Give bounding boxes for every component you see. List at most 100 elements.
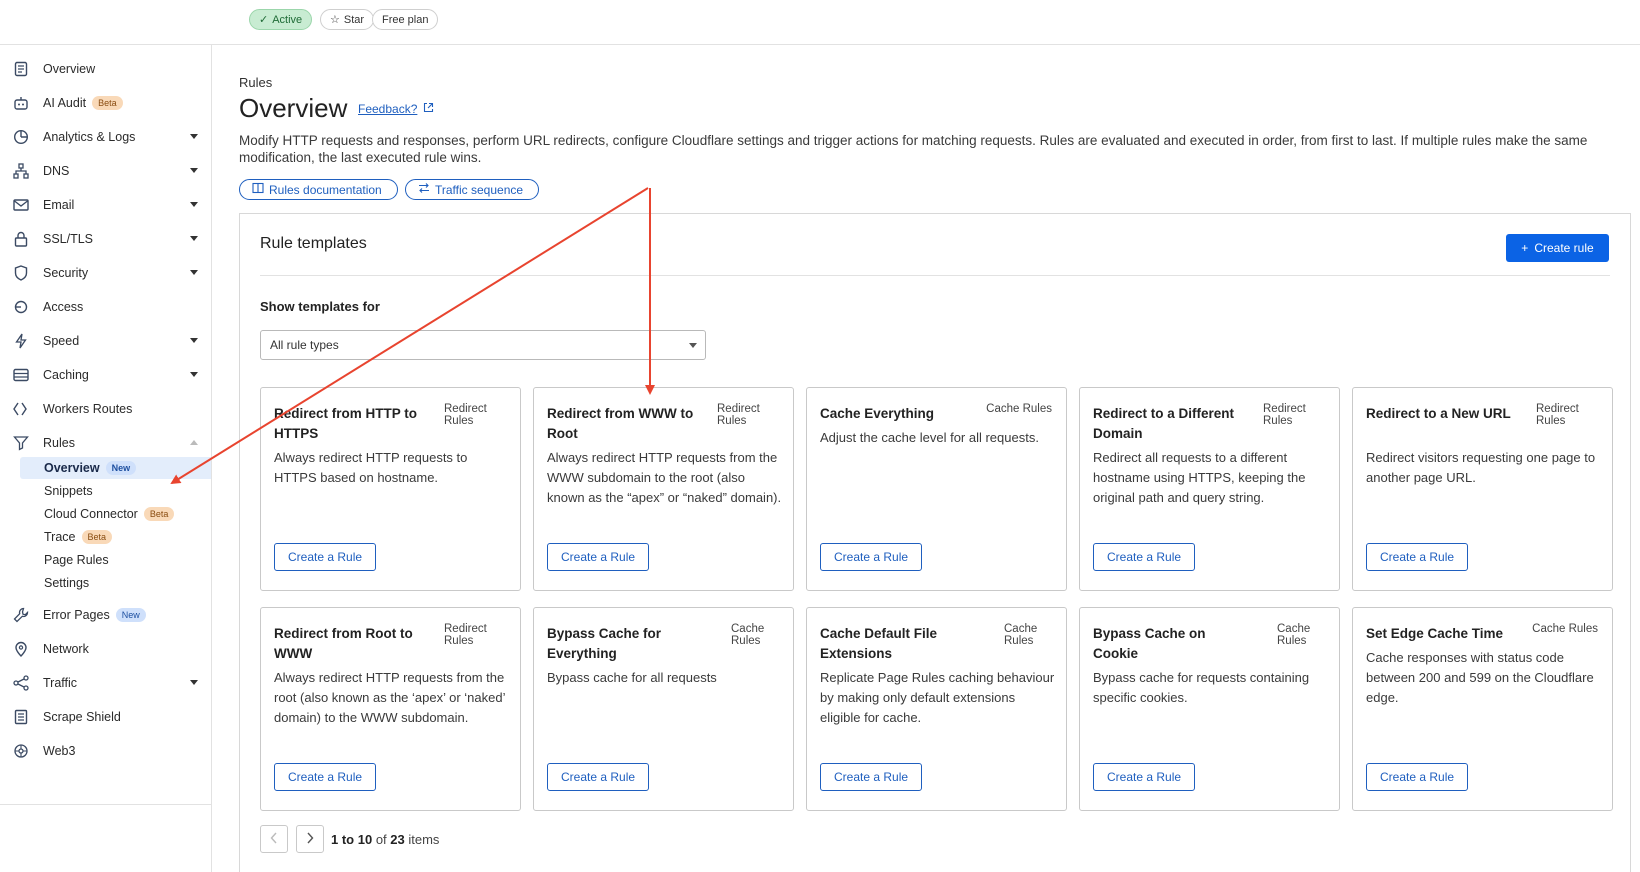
sidebar-item-error-pages[interactable]: Error Pages New	[0, 601, 211, 629]
sidebar-item-rules[interactable]: Rules	[0, 429, 211, 457]
chevron-down-icon	[190, 202, 198, 207]
show-templates-label: Show templates for	[260, 299, 380, 314]
plan-badge[interactable]: Free plan	[372, 9, 439, 30]
card-type: Cache Rules	[986, 403, 1052, 415]
rules-documentation-button[interactable]: Rules documentation	[239, 179, 398, 200]
template-card: Redirect from Root to WWW Redirect Rules…	[260, 607, 521, 811]
sidebar-item-dns[interactable]: DNS	[0, 157, 211, 185]
template-card: Bypass Cache on Cookie Cache Rules Bypas…	[1079, 607, 1340, 811]
chevron-right-icon	[306, 832, 314, 847]
sidebar-item-scrape-shield[interactable]: Scrape Shield	[0, 703, 211, 731]
plus-icon: +	[1521, 241, 1529, 255]
funnel-icon	[12, 434, 30, 452]
sidebar-item-workers-routes[interactable]: Workers Routes	[0, 395, 211, 423]
breadcrumb[interactable]: Rules	[239, 75, 272, 90]
card-type: Redirect Rules	[1536, 403, 1579, 427]
create-a-rule-button[interactable]: Create a Rule	[1366, 543, 1469, 571]
card-title: Cache Everything	[820, 406, 935, 421]
chevron-down-icon	[190, 372, 198, 377]
sidebar-item-overview[interactable]: Overview	[0, 55, 211, 83]
shield-icon	[12, 264, 30, 282]
next-page-button[interactable]	[296, 825, 324, 853]
sidebar-subitem-settings[interactable]: Settings	[20, 572, 211, 594]
card-type: Redirect Rules	[717, 403, 760, 427]
chevron-down-icon	[190, 338, 198, 343]
sidebar-divider	[211, 805, 212, 872]
book-icon	[252, 182, 264, 197]
sidebar-item-access[interactable]: Access	[0, 293, 211, 321]
card-title: Bypass Cache on Cookie	[1093, 626, 1206, 661]
card-description: Adjust the cache level for all requests.	[820, 430, 1039, 445]
create-a-rule-button[interactable]: Create a Rule	[274, 543, 377, 571]
sidebar-subitem-page-rules[interactable]: Page Rules	[20, 549, 211, 571]
chart-icon	[12, 128, 30, 146]
sidebar-item-ai-audit[interactable]: AI Audit Beta	[0, 89, 211, 117]
rule-templates-heading: Rule templates	[260, 235, 367, 252]
sidebar-subitem-overview[interactable]: Overview New	[20, 457, 211, 479]
card-description: Bypass cache for requests containing spe…	[1093, 670, 1310, 705]
create-a-rule-button[interactable]: Create a Rule	[820, 543, 923, 571]
sidebar-item-network[interactable]: Network	[0, 635, 211, 663]
sidebar-subitem-snippets[interactable]: Snippets	[20, 480, 211, 502]
email-icon	[12, 196, 30, 214]
create-a-rule-button[interactable]: Create a Rule	[274, 763, 377, 791]
new-badge: New	[115, 608, 146, 623]
feedback-link[interactable]: Feedback?	[358, 102, 434, 116]
beta-badge: Beta	[92, 96, 123, 111]
template-card: Set Edge Cache Time Cache Rules Cache re…	[1352, 607, 1613, 811]
card-description: Always redirect HTTP requests from the W…	[547, 450, 782, 505]
sidebar-item-email[interactable]: Email	[0, 191, 211, 219]
chevron-down-icon	[689, 343, 697, 348]
card-title: Bypass Cache for Everything	[547, 626, 662, 661]
document-icon	[12, 60, 30, 78]
rule-type-select[interactable]: All rule types	[260, 330, 706, 360]
template-card: Redirect from WWW to Root Redirect Rules…	[533, 387, 794, 591]
create-a-rule-button[interactable]: Create a Rule	[1093, 543, 1196, 571]
card-description: Always redirect HTTP requests to HTTPS b…	[274, 450, 468, 485]
create-a-rule-button[interactable]: Create a Rule	[1366, 763, 1469, 791]
card-type: Cache Rules	[1277, 623, 1311, 647]
swap-icon	[418, 182, 430, 197]
create-a-rule-button[interactable]: Create a Rule	[820, 763, 923, 791]
divider	[260, 275, 1610, 276]
external-link-icon	[423, 102, 434, 116]
sidebar-subitem-trace[interactable]: Trace Beta	[20, 526, 211, 548]
create-rule-button[interactable]: + Create rule	[1506, 234, 1609, 262]
page-title: Overview	[239, 93, 348, 123]
sidebar-item-analytics[interactable]: Analytics & Logs	[0, 123, 211, 151]
workers-icon	[12, 400, 30, 418]
card-title: Cache Default File Extensions	[820, 626, 938, 661]
card-title: Redirect to a Different Domain	[1093, 406, 1235, 441]
card-title: Redirect from Root to WWW	[274, 626, 413, 661]
previous-page-button[interactable]	[260, 825, 288, 853]
sidebar-item-speed[interactable]: Speed	[0, 327, 211, 355]
top-bar: ✓ Active ☆ Star Free plan	[0, 0, 1640, 45]
create-a-rule-button[interactable]: Create a Rule	[547, 543, 650, 571]
check-icon: ✓	[259, 14, 269, 26]
sidebar-subitem-cloud-connector[interactable]: Cloud Connector Beta	[20, 503, 211, 525]
create-a-rule-button[interactable]: Create a Rule	[1093, 763, 1196, 791]
chevron-left-icon	[270, 832, 278, 847]
wrench-icon	[12, 606, 30, 624]
storage-icon	[12, 366, 30, 384]
card-description: Always redirect HTTP requests from the r…	[274, 670, 505, 725]
sidebar-item-traffic[interactable]: Traffic	[0, 669, 211, 697]
chevron-down-icon	[190, 236, 198, 241]
chevron-down-icon	[190, 270, 198, 275]
star-button[interactable]: ☆ Star	[320, 9, 375, 30]
sidebar-item-caching[interactable]: Caching	[0, 361, 211, 389]
lock-icon	[12, 230, 30, 248]
template-card: Cache Everything Cache Rules Adjust the …	[806, 387, 1067, 591]
sidebar-item-ssl-tls[interactable]: SSL/TLS	[0, 225, 211, 253]
traffic-sequence-button[interactable]: Traffic sequence	[405, 179, 539, 200]
card-type: Cache Rules	[731, 623, 765, 647]
card-type: Redirect Rules	[444, 623, 487, 647]
card-type: Cache Rules	[1532, 623, 1598, 635]
create-a-rule-button[interactable]: Create a Rule	[547, 763, 650, 791]
card-description: Redirect all requests to a different hos…	[1093, 450, 1306, 505]
sidebar-item-web3[interactable]: Web3	[0, 737, 211, 765]
card-title: Redirect from WWW to Root	[547, 406, 694, 441]
lightning-icon	[12, 332, 30, 350]
sidebar-item-security[interactable]: Security	[0, 259, 211, 287]
template-card: Bypass Cache for Everything Cache Rules …	[533, 607, 794, 811]
